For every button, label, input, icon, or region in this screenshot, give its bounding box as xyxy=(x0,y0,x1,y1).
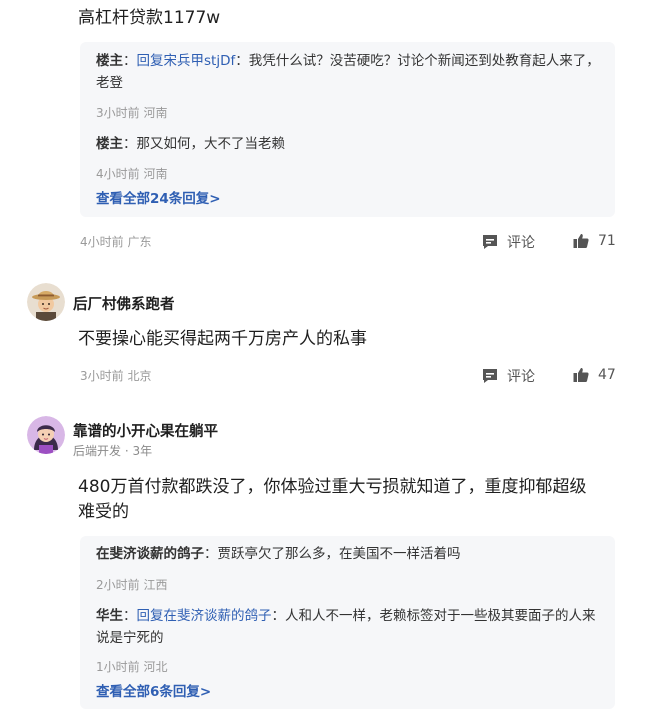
user-avatar[interactable] xyxy=(27,416,65,454)
reply-item[interactable]: 在斐济谈薪的鸽子：贾跃亭欠了那么多，在美国不一样活着吗 xyxy=(96,543,601,565)
comment-button[interactable]: 评论 xyxy=(481,232,535,252)
comment-text: 高杠杆贷款1177w xyxy=(78,8,221,28)
reply-text: 那又如何，大不了当老赖 xyxy=(136,136,286,152)
reply-separator: ： xyxy=(204,546,218,562)
reply-text: 贾跃亭欠了那么多，在美国不一样活着吗 xyxy=(217,546,461,562)
comment-text: 不要操心能买得起两千万房产人的私事 xyxy=(78,329,367,349)
comment-meta: 4小时前 广东 xyxy=(80,235,152,249)
reply-separator: ： xyxy=(123,53,137,69)
reply-meta: 4小时前 河南 xyxy=(96,167,168,181)
user-avatar[interactable] xyxy=(27,283,65,321)
comment-bubble-icon xyxy=(483,369,497,383)
see-all-replies-link[interactable]: 查看全部6条回复> xyxy=(96,680,211,700)
thumbs-up-icon xyxy=(573,234,589,248)
reply-separator: ： xyxy=(123,136,137,152)
username[interactable]: 靠谱的小开心果在躺平 xyxy=(73,420,218,441)
username[interactable]: 后厂村佛系跑者 xyxy=(73,293,175,314)
like-count: 71 xyxy=(598,233,616,249)
comment-text: 480万首付款都跌没了，你体验过重大亏损就知道了，重度抑郁超级 xyxy=(78,477,587,497)
reply-item[interactable]: 华生：回复在斐济谈薪的鸽子：人和人不一样，老赖标签对于一些极其要面子的人来说是宁… xyxy=(96,605,601,649)
comment-meta: 3小时前 北京 xyxy=(80,369,152,383)
user-subinfo: 后端开发 · 3年 xyxy=(73,444,153,458)
reply-author[interactable]: 楼主 xyxy=(96,136,123,152)
straw-hat-avatar xyxy=(27,283,65,321)
reply-meta: 1小时前 河北 xyxy=(96,660,168,674)
reply-author[interactable]: 楼主 xyxy=(96,53,123,69)
reply-target-link[interactable]: 回复在斐济谈薪的鸽子 xyxy=(137,608,272,624)
comment-button[interactable]: 评论 xyxy=(481,366,535,386)
reply-meta: 2小时前 江西 xyxy=(96,578,168,592)
comment-bubble-icon xyxy=(483,235,497,249)
reply-author[interactable]: 华生 xyxy=(96,608,123,624)
reply-item[interactable]: 楼主：那又如何，大不了当老赖 xyxy=(96,133,601,155)
like-button[interactable]: 71 xyxy=(572,232,616,250)
thumbs-up-icon xyxy=(573,368,589,382)
reply-box: 在斐济谈薪的鸽子：贾跃亭欠了那么多，在美国不一样活着吗 2小时前 江西 华生：回… xyxy=(80,536,615,709)
reply-separator: ： xyxy=(123,608,137,624)
reply-target-link[interactable]: 回复宋兵甲stjDf xyxy=(137,53,236,69)
reply-meta: 3小时前 河南 xyxy=(96,106,168,120)
reply-item[interactable]: 楼主：回复宋兵甲stjDf：我凭什么试？没苦硬吃？讨论个新闻还到处教育起人来了，… xyxy=(96,50,601,94)
reply-author[interactable]: 在斐济谈薪的鸽子 xyxy=(96,546,204,562)
see-all-replies-link[interactable]: 查看全部24条回复> xyxy=(96,187,221,207)
comment-button-label: 评论 xyxy=(507,235,535,251)
comment-button-label: 评论 xyxy=(507,369,535,385)
reply-box: 楼主：回复宋兵甲stjDf：我凭什么试？没苦硬吃？讨论个新闻还到处教育起人来了，… xyxy=(80,42,615,217)
like-button[interactable]: 47 xyxy=(572,366,616,384)
girl-avatar xyxy=(27,416,65,454)
like-count: 47 xyxy=(598,367,616,383)
comment-text-continued: 难受的 xyxy=(78,502,129,522)
